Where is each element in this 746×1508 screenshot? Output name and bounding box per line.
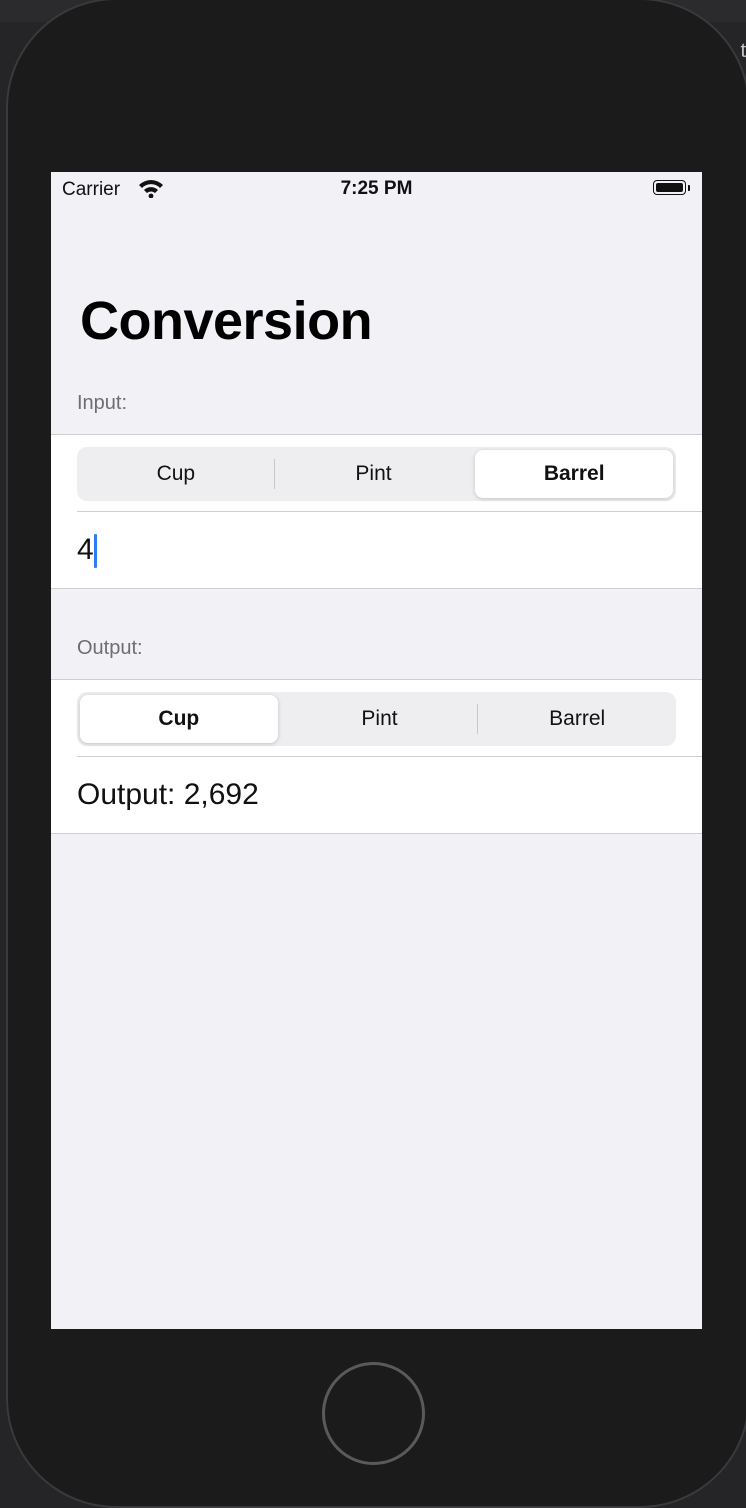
input-section-header: Input: — [77, 392, 128, 414]
output-unit-cup[interactable]: Cup — [80, 695, 278, 743]
input-section: Cup Pint Barrel — [51, 434, 702, 589]
segment-label: Cup — [156, 462, 196, 485]
input-unit-cup[interactable]: Cup — [77, 447, 275, 501]
input-unit-cell: Cup Pint Barrel — [51, 435, 702, 511]
clock: 7:25 PM — [340, 178, 413, 199]
input-unit-pint[interactable]: Pint — [275, 447, 473, 501]
input-unit-barrel[interactable]: Barrel — [475, 450, 674, 498]
amount-input[interactable] — [77, 512, 677, 588]
text-cursor — [94, 534, 97, 568]
input-unit-picker[interactable]: Cup Pint Barrel — [77, 447, 676, 501]
output-section: Cup Pint Barrel Output: 2,692 — [51, 679, 702, 834]
segment-label: Barrel — [543, 462, 605, 485]
segment-label: Pint — [355, 462, 392, 485]
page-title: Conversion — [80, 291, 373, 351]
input-value-cell — [77, 511, 702, 588]
output-result-cell: Output: 2,692 — [77, 756, 702, 833]
output-unit-pint[interactable]: Pint — [281, 692, 479, 746]
segment-label: Pint — [361, 707, 398, 730]
home-button[interactable] — [322, 1362, 425, 1465]
status-bar: Carrier 7:25 PM — [51, 172, 702, 206]
output-result: Output: 2,692 — [77, 778, 259, 811]
segment-label: Cup — [158, 707, 200, 730]
output-unit-cell: Cup Pint Barrel — [51, 680, 702, 756]
output-section-header: Output: — [77, 637, 143, 659]
editor-edge-fragment: t — [740, 40, 746, 62]
battery-icon — [653, 180, 691, 197]
output-unit-picker[interactable]: Cup Pint Barrel — [77, 692, 676, 746]
output-unit-barrel[interactable]: Barrel — [478, 692, 676, 746]
app-screen: Carrier 7:25 PM Conversion Input: Cup Pi… — [51, 172, 702, 1329]
segment-label: Barrel — [549, 707, 606, 730]
